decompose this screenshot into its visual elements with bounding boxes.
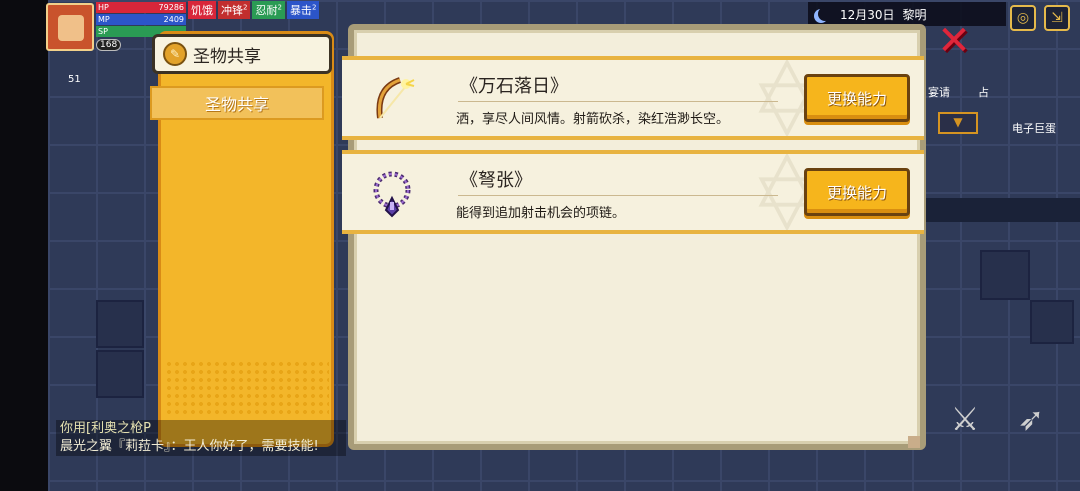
chat-line: 你用[利奥之枪P — [60, 421, 151, 436]
status-crit: 暴击2 — [286, 1, 320, 19]
exit-icon[interactable]: ⇲ — [1044, 5, 1070, 31]
tab-column-pattern — [165, 360, 329, 416]
close-icon[interactable]: ✕ — [936, 21, 972, 61]
fortune-label: 占 — [978, 86, 989, 99]
relic-coin-icon: ✎ — [163, 42, 187, 66]
bow-icon — [364, 72, 420, 128]
network-icon[interactable]: ◎ — [1010, 5, 1036, 31]
banquet-label: 宴请 — [928, 86, 950, 99]
level-badge: 168 — [96, 39, 122, 51]
screen-edge — [0, 0, 48, 491]
status-hunger: 饥饿 — [188, 1, 216, 19]
chevron-down-icon[interactable]: ▼ — [938, 112, 978, 134]
hp-bar: HP 79286 — [96, 2, 186, 13]
date-display: 12月30日 黎明 — [808, 2, 1006, 26]
floor-tile — [96, 350, 144, 398]
relic-row: 《弩张》 能得到追加射击机会的项链。 更换能力 — [342, 150, 924, 234]
status-endure: 忍耐2 — [252, 1, 285, 19]
floor-tile — [1030, 300, 1074, 344]
sword-icon[interactable]: ⚔ — [942, 396, 988, 442]
tab-relic-share-label: 圣物共享 — [204, 95, 269, 114]
player-avatar[interactable] — [46, 3, 94, 51]
date-text: 12月30日 — [840, 7, 895, 22]
left-counter: 51 — [68, 74, 81, 85]
egg-label: 电子巨蛋 — [1012, 122, 1056, 135]
relic-name: 《弩张》 — [460, 170, 532, 191]
avatar-face — [58, 15, 84, 41]
status-effects: 饥饿 冲锋2 忍耐2 暴击2 — [188, 1, 320, 19]
divider — [458, 101, 778, 102]
moon-icon — [818, 7, 832, 21]
relic-description: 洒，享尽人间风情。射箭砍杀，染红浩渺长空。 — [456, 112, 730, 127]
chat-log: 你用[利奥之枪P 晨光之翼『莉菈卡』：王人你好了，需要技能! — [56, 420, 346, 456]
relic-description: 能得到追加射击机会的项链。 — [456, 206, 626, 221]
mp-value: 2409 — [163, 15, 184, 24]
wall-segment — [926, 198, 1080, 222]
relic-row: 《万石落日》 洒，享尽人间风情。射箭砍杀，染红浩渺长空。 更换能力 — [342, 56, 924, 140]
divider — [458, 195, 778, 196]
tab-header[interactable]: ✎ 圣物共享 — [152, 34, 332, 74]
relic-name: 《万石落日》 — [460, 76, 568, 97]
floor-tile — [96, 300, 144, 348]
tab-relic-share[interactable]: 圣物共享 — [150, 86, 324, 120]
crossbow-icon[interactable]: ➶ — [1008, 396, 1054, 442]
floor-tile — [980, 250, 1030, 300]
mp-bar: MP 2409 — [96, 14, 186, 25]
chat-line: 晨光之翼『莉菈卡』：王人你好了，需要技能! — [60, 439, 319, 454]
change-ability-button[interactable]: 更换能力 — [804, 74, 910, 122]
panel-corner — [908, 436, 920, 448]
tab-header-label: 圣物共享 — [193, 46, 261, 67]
change-ability-button[interactable]: 更换能力 — [804, 168, 910, 216]
status-charge: 冲锋2 — [218, 1, 251, 19]
time-of-day: 黎明 — [902, 7, 927, 22]
hp-value: 79286 — [158, 3, 184, 12]
necklace-icon — [364, 166, 420, 222]
